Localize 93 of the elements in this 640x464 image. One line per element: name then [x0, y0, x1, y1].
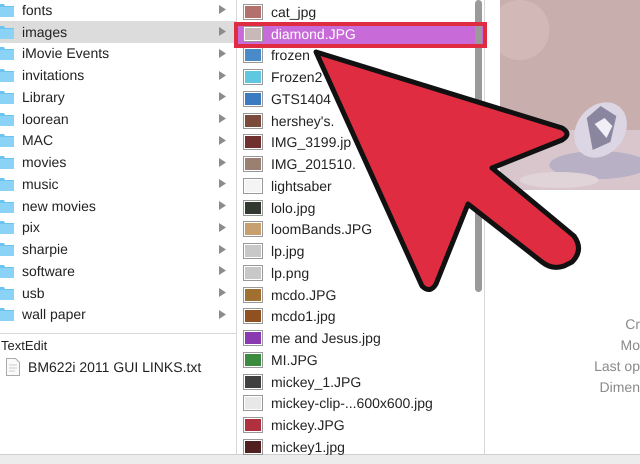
folder-item[interactable]: usb [0, 282, 236, 304]
image-thumbnail-icon [243, 134, 263, 150]
chevron-icon [219, 92, 226, 102]
file-item[interactable]: mickey_1.JPG [237, 370, 362, 392]
folder-item[interactable]: software [0, 260, 236, 282]
chevron-icon [219, 158, 226, 167]
file-item[interactable]: me and Jesus.jpg [237, 327, 381, 349]
folder-item[interactable]: MAC [0, 130, 236, 152]
info-label: Last op [594, 357, 640, 376]
folder-icon [0, 176, 14, 191]
file-item[interactable]: MI.JPG [237, 349, 318, 371]
file-item[interactable]: lolo.jpg [237, 196, 316, 218]
folder-item[interactable]: Library [0, 86, 236, 108]
folder-icon [0, 46, 14, 60]
info-label: Cr [625, 315, 640, 334]
file-item[interactable]: IMG_201510. [237, 153, 356, 175]
image-thumbnail-icon [243, 26, 263, 42]
image-thumbnail-icon [243, 438, 263, 455]
folder-icon [0, 286, 14, 300]
file-item[interactable]: hershey's. [237, 110, 334, 132]
folder-icon [0, 242, 14, 256]
folder-item[interactable]: music [0, 173, 236, 195]
file-item[interactable]: lp.png [237, 262, 310, 284]
info-label: Dimen [600, 378, 640, 397]
chevron-icon [219, 5, 226, 14]
folder-icon [0, 2, 14, 17]
image-thumbnail-icon [243, 221, 263, 238]
file-item[interactable]: BM622i 2011 GUI LINKS.txt [0, 356, 206, 378]
image-thumbnail-icon [243, 330, 263, 346]
file-item[interactable]: mcdo.JPG [237, 284, 336, 306]
chevron-icon [219, 244, 226, 254]
chevron-icon [219, 222, 226, 232]
file-item[interactable]: lp.jpg [237, 240, 304, 262]
folder-icon [0, 307, 14, 322]
chevron-icon [219, 48, 226, 58]
folder-item[interactable]: movies [0, 151, 236, 173]
chevron-icon [219, 136, 226, 145]
image-thumbnail-icon [243, 395, 263, 412]
image-thumbnail-icon [243, 178, 263, 194]
folder-item[interactable]: loorean [0, 108, 236, 130]
chevron-icon [219, 114, 226, 124]
file-item[interactable]: frozen [237, 44, 310, 66]
chevron-icon [219, 27, 226, 36]
folder-item[interactable]: wall paper [0, 304, 236, 326]
chevron-icon [219, 201, 226, 210]
folder-item[interactable]: images [0, 20, 236, 42]
chevron-icon [219, 288, 226, 298]
file-item[interactable]: IMG_3199.jp [237, 132, 352, 154]
file-item[interactable]: loomBands.JPG [237, 218, 372, 240]
image-thumbnail-icon [243, 264, 263, 281]
image-thumbnail-icon [243, 47, 263, 64]
folder-item[interactable]: iMovie Events [0, 42, 236, 64]
folder-icon [0, 133, 14, 148]
image-thumbnail-icon [243, 417, 263, 434]
image-thumbnail-icon [243, 374, 263, 390]
file-item[interactable]: mickey.JPG [237, 414, 345, 436]
file-item[interactable]: Frozen2 [237, 66, 322, 88]
document-icon [6, 358, 20, 376]
image-thumbnail-icon [243, 200, 263, 216]
chevron-icon [219, 310, 226, 319]
folder-icon [0, 24, 14, 39]
folder-item[interactable]: pix [0, 216, 236, 238]
folder-item[interactable]: invitations [0, 64, 236, 86]
folder-icon [0, 90, 14, 104]
file-item[interactable]: cat_jpg [237, 1, 316, 23]
file-item[interactable]: mcdo1.jpg [237, 306, 336, 328]
folder-item[interactable]: new movies [0, 194, 236, 216]
folder-icon [0, 68, 14, 82]
image-thumbnail-icon [243, 112, 263, 129]
image-thumbnail-icon [243, 90, 263, 107]
image-thumbnail-icon [243, 69, 263, 86]
folder-icon [0, 264, 14, 278]
image-thumbnail-icon [243, 352, 263, 368]
image-thumbnail-icon [243, 308, 263, 324]
folder-item[interactable]: fonts [0, 0, 236, 21]
chevron-icon [219, 266, 226, 276]
image-thumbnail-icon [243, 243, 263, 260]
file-item[interactable]: GTS1404 [237, 88, 331, 110]
file-item[interactable]: lightsaber [237, 175, 332, 197]
folder-icon [0, 198, 14, 213]
folder-item[interactable]: sharpie [0, 238, 236, 260]
image-thumbnail-icon [243, 286, 263, 303]
chevron-icon [219, 179, 226, 188]
file-item[interactable]: mickey1.jpg [237, 436, 345, 458]
folder-icon [0, 112, 14, 126]
chevron-icon [219, 70, 226, 80]
image-thumbnail-icon [243, 4, 263, 20]
folder-icon [0, 220, 14, 234]
folder-icon [0, 155, 14, 170]
file-item[interactable]: mickey-clip-...600x600.jpg [237, 392, 433, 414]
group-label: TextEdit [1, 338, 48, 354]
info-label: Mo [620, 336, 640, 355]
image-thumbnail-icon [243, 156, 263, 172]
